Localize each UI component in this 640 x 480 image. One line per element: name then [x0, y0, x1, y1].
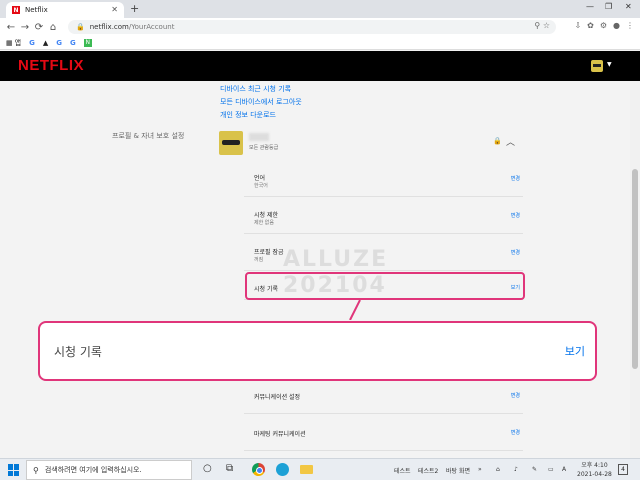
highlight-connector — [349, 300, 361, 320]
chrome-icon[interactable] — [252, 463, 265, 476]
setting-title: 시청 제한 — [254, 212, 278, 219]
bookmark-google-2[interactable]: G — [56, 39, 62, 47]
bookmark-n-icon[interactable]: N — [83, 38, 92, 47]
maximize-icon[interactable]: ❐ — [605, 2, 612, 11]
bookmark-triangle[interactable]: ▲ — [43, 39, 48, 47]
callout-title: 시청 기록 — [54, 345, 102, 359]
tab-netflix[interactable]: N Netflix ✕ — [6, 2, 124, 18]
setting-row-marketing: 마케팅 커뮤니케이션 변경 — [244, 415, 523, 451]
extension-icon[interactable]: ✿ — [587, 21, 594, 30]
browser-tab-strip: N Netflix ✕ + — ❐ ✕ — [0, 0, 640, 18]
search-placeholder: 검색하려면 여기에 입력하십시오. — [44, 466, 142, 474]
profile-avatar — [219, 131, 243, 155]
setting-title: 마케팅 커뮤니케이션 — [254, 431, 306, 438]
netflix-header: NETFLIX ▼ — [0, 51, 640, 81]
tray-pen-icon[interactable]: ✎ — [532, 466, 537, 473]
tray-item-test2[interactable]: 테스트2 — [418, 466, 438, 475]
link-recent-device-history[interactable]: 디바이스 최근 시청 기록 — [220, 84, 291, 94]
address-bar-icons: ⚲ ☆ — [534, 21, 550, 30]
url-path: /YourAccount — [128, 23, 175, 31]
setting-value: 꺼짐 — [254, 257, 264, 263]
bookmark-google-1[interactable]: G — [29, 39, 35, 47]
bookmark-apps[interactable]: ▦ 앱 — [6, 38, 21, 48]
netflix-logo[interactable]: NETFLIX — [18, 57, 84, 74]
tray-network-icon[interactable]: ⌂ — [496, 466, 500, 473]
tray-chevron-icon[interactable]: » — [478, 466, 482, 473]
address-bar[interactable]: 🔒 netflix.com/YourAccount ⚲ ☆ — [68, 20, 556, 34]
scroll-thumb[interactable] — [632, 169, 638, 369]
setting-row-language: 언어 한국어 변경 — [244, 161, 523, 197]
apps-grid-icon: ▦ — [6, 38, 13, 47]
lock-icon: 🔒 — [76, 23, 85, 31]
link-download-info[interactable]: 개인 정보 다운로드 — [220, 110, 276, 120]
search-icon: ⚲ — [33, 465, 39, 475]
change-marketing-link[interactable]: 변경 — [511, 429, 520, 436]
change-language-link[interactable]: 변경 — [511, 175, 520, 182]
puzzle-icon[interactable]: ⚙ — [600, 21, 607, 30]
callout-view-link[interactable]: 보기 — [565, 343, 585, 359]
taskbar-search-input[interactable]: ⚲ 검색하려면 여기에 입력하십시오. — [26, 460, 192, 480]
tray-item-desktop[interactable]: 바탕 화면 — [446, 466, 470, 475]
profile-row[interactable]: 모든 관람등급 🔒 ︿ — [219, 131, 521, 161]
setting-row-viewing-restriction: 시청 제한 제한 없음 변경 — [244, 198, 523, 234]
highlight-box — [245, 272, 525, 300]
url-domain: netflix.com — [89, 23, 129, 31]
link-sign-out-all[interactable]: 모든 디바이스에서 로그아웃 — [220, 97, 302, 107]
profile-icon[interactable]: ● — [613, 21, 620, 30]
menu-icon[interactable]: ⋮ — [626, 21, 634, 30]
windows-taskbar: ⚲ 검색하려면 여기에 입력하십시오. ○ ⧉ 테스트 테스트2 바탕 화면 »… — [0, 458, 640, 480]
change-restriction-link[interactable]: 변경 — [511, 212, 520, 219]
browser-toolbar: ← → ⟳ ⌂ 🔒 netflix.com/YourAccount ⚲ ☆ — [0, 18, 640, 36]
cortana-icon[interactable]: ○ — [203, 463, 212, 474]
tray-ime-icon[interactable]: A — [562, 466, 566, 473]
bookmarks-bar: ▦ 앱 G ▲ G G N — [0, 36, 640, 50]
setting-value: 제한 없음 — [254, 220, 274, 226]
windows-start-icon[interactable] — [8, 464, 20, 476]
lock-icon: 🔒 — [493, 137, 502, 145]
setting-row-communication: 커뮤니케이션 설정 변경 — [244, 378, 523, 414]
account-page: 디바이스 최근 시청 기록 모든 디바이스에서 로그아웃 개인 정보 다운로드 … — [0, 81, 630, 458]
tray-monitor-icon[interactable]: ▭ — [548, 466, 554, 473]
notification-icon[interactable]: 4 — [618, 464, 628, 475]
tray-item-test[interactable]: 테스트 — [394, 466, 411, 475]
chevron-up-icon[interactable]: ︿ — [506, 135, 515, 148]
bookmark-star-icon[interactable]: ☆ — [543, 21, 550, 30]
setting-title: 프로필 잠금 — [254, 249, 284, 256]
download-icon[interactable]: ⇩ — [574, 21, 581, 30]
caret-down-icon[interactable]: ▼ — [607, 61, 612, 68]
setting-title: 언어 — [254, 175, 266, 182]
tab-close-icon[interactable]: ✕ — [111, 5, 118, 14]
setting-value: 한국어 — [254, 183, 268, 189]
edge-icon[interactable] — [276, 463, 289, 476]
back-icon[interactable]: ← — [4, 22, 18, 33]
tab-title: Netflix — [25, 6, 48, 14]
bookmark-google-3[interactable]: G — [70, 39, 76, 47]
netflix-favicon-icon: N — [12, 6, 20, 14]
reload-icon[interactable]: ⟳ — [32, 22, 46, 33]
change-communication-link[interactable]: 변경 — [511, 392, 520, 399]
profile-name-blurred — [249, 133, 269, 141]
minimize-icon[interactable]: — — [586, 2, 594, 11]
window-close-icon[interactable]: ✕ — [625, 2, 632, 11]
page-scrollbar[interactable] — [630, 81, 640, 458]
new-tab-icon[interactable]: + — [130, 2, 139, 15]
search-icon[interactable]: ⚲ — [534, 21, 540, 30]
section-label-profile: 프로필 & 자녀 보호 설정 — [112, 132, 185, 140]
home-icon[interactable]: ⌂ — [46, 22, 60, 33]
tray-volume-icon[interactable]: ♪ — [514, 466, 518, 473]
task-view-icon[interactable]: ⧉ — [226, 463, 233, 474]
file-explorer-icon[interactable] — [300, 465, 313, 474]
setting-title: 커뮤니케이션 설정 — [254, 394, 301, 401]
avatar[interactable] — [591, 60, 603, 72]
profile-rating: 모든 관람등급 — [249, 145, 279, 151]
forward-icon[interactable]: → — [18, 22, 32, 33]
extension-icons: ⇩ ✿ ⚙ ● ⋮ — [574, 21, 634, 30]
zoom-callout: 시청 기록 보기 — [38, 321, 597, 381]
change-profile-lock-link[interactable]: 변경 — [511, 249, 520, 256]
taskbar-clock[interactable]: 오후 4:10 2021-04-28 — [577, 461, 612, 479]
